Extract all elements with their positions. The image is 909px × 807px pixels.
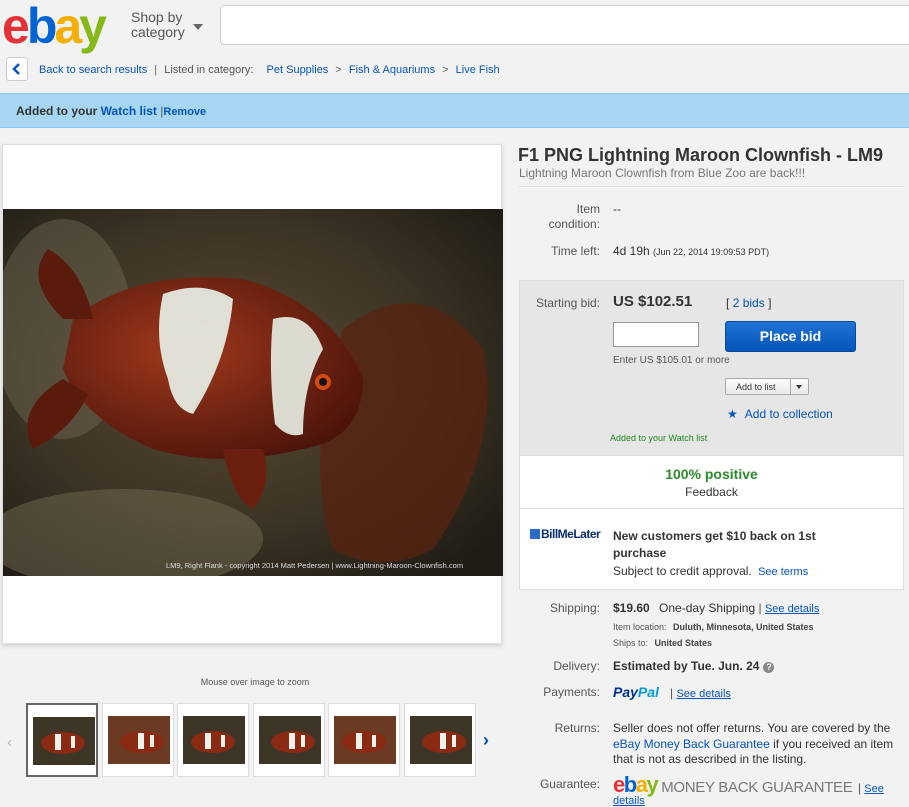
thumbnail-6[interactable] bbox=[403, 703, 476, 777]
help-icon[interactable]: ? bbox=[763, 662, 775, 673]
add-to-collection-link[interactable]: ★ Add to collection bbox=[727, 407, 833, 421]
breadcrumb: Back to search results | Listed in categ… bbox=[39, 64, 500, 76]
remove-link[interactable]: Remove bbox=[163, 106, 206, 118]
thumbnail-image bbox=[334, 716, 396, 764]
see-terms-link[interactable]: See terms bbox=[758, 566, 808, 578]
place-bid-button[interactable]: Place bid bbox=[725, 321, 856, 352]
returns-label: Returns: bbox=[554, 721, 600, 735]
bid-amount-input[interactable] bbox=[613, 322, 699, 347]
shipping-value: $19.60 One-day Shipping | See details bbox=[613, 601, 820, 615]
paypal-logo: PayPal bbox=[613, 684, 659, 700]
watch-list-notification: Added to your Watch list |Remove bbox=[0, 93, 909, 128]
back-button[interactable] bbox=[6, 57, 28, 81]
back-to-search-link[interactable]: Back to search results bbox=[39, 64, 147, 76]
thumbnail-3[interactable] bbox=[177, 703, 249, 777]
checkbox-icon bbox=[530, 529, 540, 539]
header: ebay Shop by category bbox=[0, 0, 909, 52]
shipping-see-details-link[interactable]: See details bbox=[765, 603, 819, 615]
chevron-left-icon bbox=[12, 63, 20, 75]
ebay-logo-small: ebay bbox=[613, 772, 659, 797]
delivery-value: Estimated by Tue. Jun. 24? bbox=[613, 659, 775, 673]
thumbnail-5[interactable] bbox=[328, 703, 400, 777]
main-product-image[interactable]: LM9, Right Flank - copyright 2014 Matt P… bbox=[3, 209, 503, 576]
watch-list-link[interactable]: Watch list bbox=[101, 104, 157, 118]
item-location: Item location: Duluth, Minnesota, United… bbox=[613, 622, 814, 632]
listed-in-label: Listed in category: bbox=[164, 64, 254, 76]
guarantee-details-link[interactable]: details bbox=[613, 795, 645, 807]
search-input[interactable] bbox=[220, 5, 909, 45]
bid-hint: Enter US $105.01 or more bbox=[613, 355, 730, 366]
chevron-down-icon[interactable] bbox=[790, 379, 808, 394]
add-to-list-button[interactable]: Add to list bbox=[725, 378, 809, 395]
thumbnail-strip bbox=[2, 700, 502, 780]
condition-label: Item condition: bbox=[548, 202, 600, 231]
time-left-label: Time left: bbox=[551, 244, 600, 258]
thumbnail-image bbox=[107, 716, 170, 764]
payments-see-details-link[interactable]: See details bbox=[676, 688, 730, 700]
time-left-value: 4d 19h (Jun 22, 2014 19:09:53 PDT) bbox=[613, 244, 770, 258]
ships-to: Ships to: United States bbox=[613, 638, 713, 648]
image-viewer[interactable]: LM9, Right Flank - copyright 2014 Matt P… bbox=[2, 144, 503, 644]
item-subtitle: Lightning Maroon Clownfish from Blue Zoo… bbox=[519, 166, 806, 180]
breadcrumb-fish-aquariums[interactable]: Fish & Aquariums bbox=[349, 64, 435, 76]
thumbnail-image bbox=[33, 717, 95, 765]
money-back-guarantee-link[interactable]: eBay Money Back Guarantee bbox=[613, 737, 770, 751]
zoom-hint: Mouse over image to zoom bbox=[200, 677, 310, 687]
thumbnail-image bbox=[183, 716, 245, 764]
payments-label: Payments: bbox=[543, 685, 600, 699]
thumbnail-2[interactable] bbox=[101, 703, 174, 777]
thumbnail-image bbox=[258, 716, 321, 764]
image-caption: LM9, Right Flank - copyright 2014 Matt P… bbox=[166, 561, 463, 570]
guarantee-see-link[interactable]: See bbox=[864, 783, 884, 795]
billmelater-sub: Subject to credit approval. See terms bbox=[613, 564, 809, 578]
thumbnail-4[interactable] bbox=[252, 703, 325, 777]
breadcrumb-live-fish[interactable]: Live Fish bbox=[456, 64, 500, 76]
chevron-down-icon[interactable] bbox=[193, 24, 203, 30]
delivery-label: Delivery: bbox=[553, 659, 600, 673]
shop-by-category-button[interactable]: Shop by category bbox=[131, 10, 185, 40]
bid-history-link[interactable]: 2 bids bbox=[733, 296, 765, 310]
thumbs-next-icon[interactable]: › bbox=[483, 730, 489, 751]
condition-value: -- bbox=[613, 202, 621, 216]
billmelater-logo: BillMeLater bbox=[530, 527, 601, 541]
bid-box: Starting bid: US $102.51 [ 2 bids ] Plac… bbox=[519, 280, 904, 590]
money-back-guarantee-badge: ebay MONEY BACK GUARANTEE | See bbox=[613, 772, 884, 797]
bid-count: [ 2 bids ] bbox=[726, 296, 772, 310]
starting-bid-label: Starting bid: bbox=[535, 296, 600, 310]
ebay-logo[interactable]: ebay bbox=[2, 0, 107, 52]
seller-feedback: 100% positive Feedback bbox=[520, 455, 903, 509]
star-icon: ★ bbox=[727, 407, 738, 421]
shipping-label: Shipping: bbox=[549, 601, 600, 615]
billmelater-headline: New customers get $10 back on 1st purcha… bbox=[613, 529, 816, 560]
breadcrumb-pet-supplies[interactable]: Pet Supplies bbox=[267, 64, 329, 76]
divider bbox=[519, 186, 904, 187]
thumbnail-1[interactable] bbox=[26, 703, 98, 777]
guarantee-label: Guarantee: bbox=[539, 777, 600, 791]
returns-policy: Seller does not offer returns. You are c… bbox=[613, 721, 894, 766]
item-title: F1 PNG Lightning Maroon Clownfish - LM9 bbox=[518, 145, 883, 165]
feedback-label: Feedback bbox=[685, 485, 738, 499]
added-to-watch-status: Added to your Watch list bbox=[610, 433, 708, 443]
feedback-positive: 100% positive bbox=[665, 466, 758, 482]
thumbnail-image bbox=[409, 716, 472, 764]
current-price: US $102.51 bbox=[613, 293, 693, 310]
